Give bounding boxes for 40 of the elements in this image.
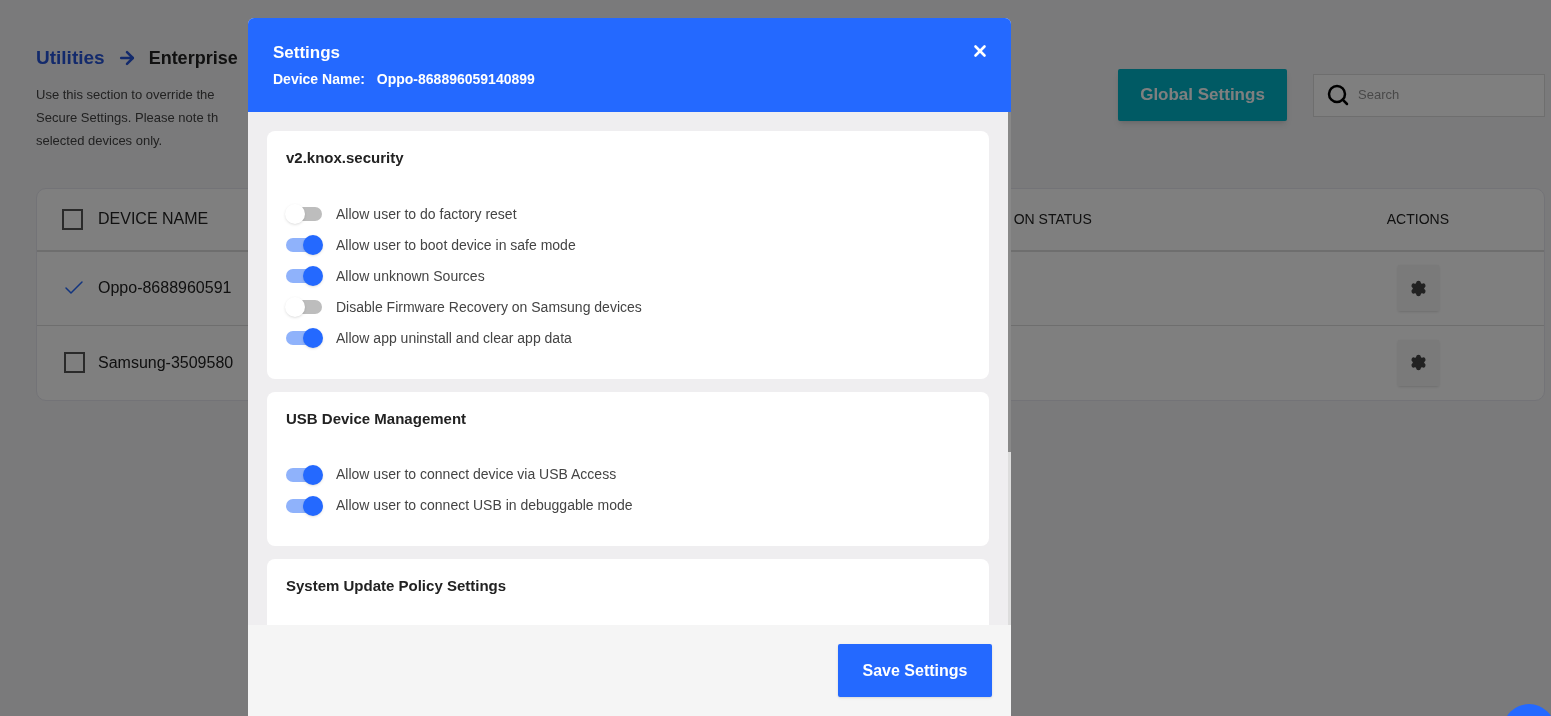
column-header: ON STATUS bbox=[1013, 209, 1092, 229]
toggle-label: Allow unknown Sources bbox=[336, 266, 485, 286]
toggle-switch[interactable] bbox=[286, 238, 322, 252]
device-name-cell-text: Samsung-3509580 bbox=[98, 352, 234, 373]
device-name-cell-text: Oppo-8688960591 bbox=[98, 278, 232, 298]
section-title: USB Device Management bbox=[286, 408, 468, 429]
modal-title: Settings bbox=[273, 42, 342, 64]
gear-icon bbox=[1410, 279, 1427, 297]
toggle-switch[interactable] bbox=[286, 269, 322, 283]
device-name-label: Device Name: bbox=[273, 69, 365, 89]
device-name-value: Oppo-868896059140899 bbox=[376, 69, 535, 89]
save-settings-button[interactable]: Save Settings bbox=[838, 644, 992, 697]
search-icon bbox=[1326, 83, 1350, 107]
breadcrumb-link[interactable]: Utilities bbox=[36, 44, 105, 73]
section-title: v2.knox.security bbox=[286, 148, 405, 168]
close-button[interactable] bbox=[971, 42, 989, 60]
column-header: ACTIONS bbox=[1386, 209, 1449, 229]
section-title: System Update Policy Settings bbox=[286, 576, 508, 596]
toggle-switch[interactable] bbox=[286, 467, 322, 482]
settings-button[interactable] bbox=[1398, 265, 1439, 311]
description-text: Secure Settings. Please note th bbox=[36, 108, 220, 127]
settings-button[interactable] bbox=[1398, 339, 1439, 386]
gear-icon bbox=[1410, 354, 1427, 371]
global-settings-button[interactable]: Global Settings bbox=[1118, 69, 1287, 121]
checkbox[interactable] bbox=[63, 352, 85, 373]
toggle-switch[interactable] bbox=[286, 207, 322, 221]
toggle-switch[interactable] bbox=[286, 331, 322, 345]
description-text: selected devices only. bbox=[36, 131, 164, 150]
checkbox[interactable] bbox=[62, 208, 83, 230]
toggle-label: Allow user to connect USB in debuggable mode bbox=[336, 496, 633, 515]
toggle-label: Allow user to do factory reset bbox=[336, 204, 517, 224]
toggle-switch[interactable] bbox=[286, 300, 322, 314]
column-header: DEVICE NAME bbox=[98, 209, 209, 229]
toggle-switch[interactable] bbox=[286, 498, 322, 513]
description-text: Use this section to override the bbox=[36, 85, 216, 104]
toggle-label: Disable Firmware Recovery on Samsung devices bbox=[336, 297, 642, 317]
toggle-label: Allow user to boot device in safe mode bbox=[336, 235, 576, 255]
toggle-label: Allow app uninstall and clear app data bbox=[336, 328, 572, 348]
page-title: Enterprise bbox=[148, 46, 238, 70]
toggle-label: Allow user to connect device via USB Access bbox=[336, 465, 617, 484]
